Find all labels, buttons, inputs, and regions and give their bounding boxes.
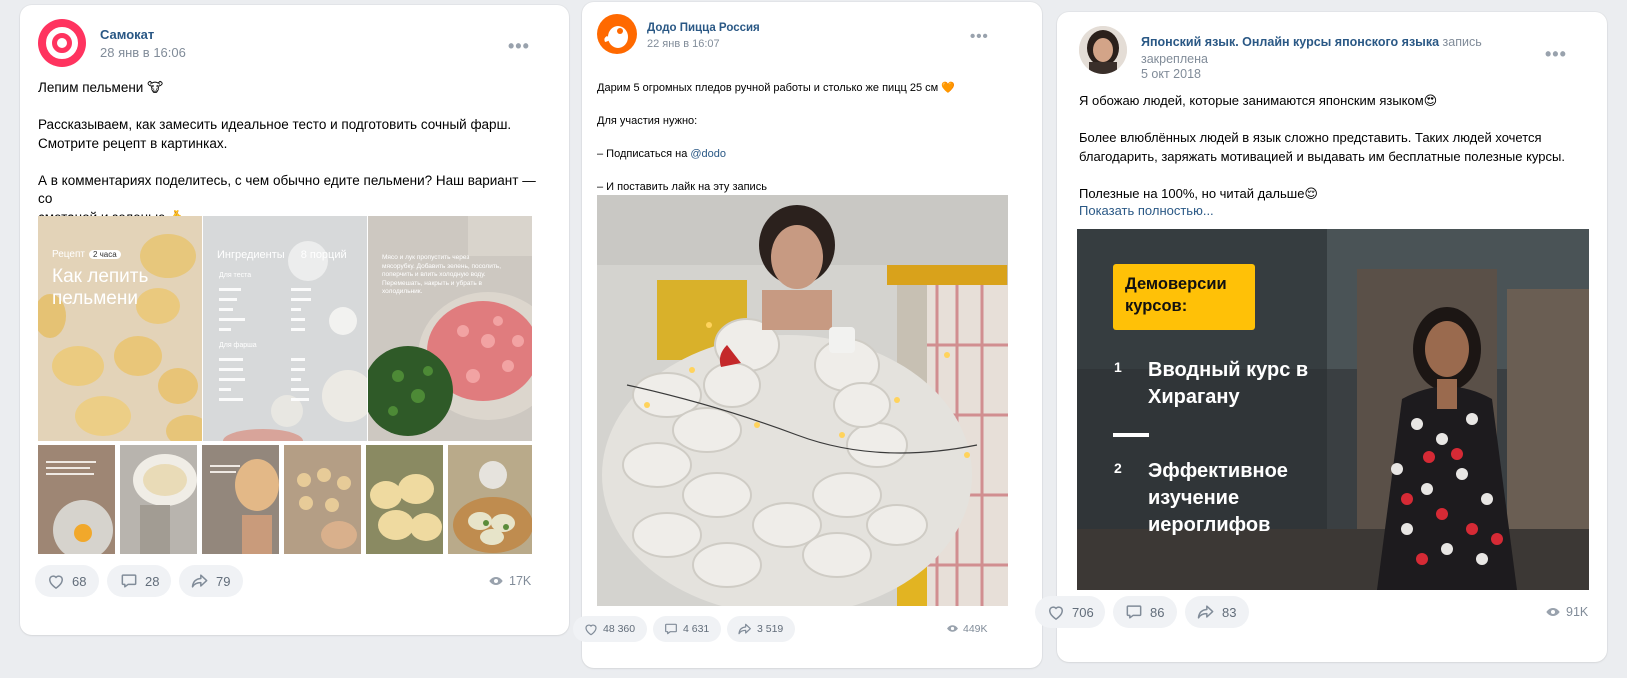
more-options-button[interactable]: ••• (970, 29, 989, 44)
share-icon (1197, 605, 1214, 619)
dough-mixing-image (120, 445, 197, 554)
like-count: 706 (1072, 604, 1094, 620)
heart-icon (585, 624, 597, 636)
post-photo-small-5[interactable] (366, 445, 443, 554)
post-photo-small-3[interactable] (202, 445, 279, 554)
course-item-1-number: 1 (1114, 359, 1122, 375)
post-photo-small-2[interactable] (120, 445, 197, 554)
avatar[interactable] (597, 14, 637, 54)
comment-button[interactable]: 4 631 (653, 616, 721, 642)
avatar[interactable] (38, 19, 86, 67)
shaping-image (284, 445, 361, 554)
mention-link[interactable]: @dodo (690, 148, 726, 160)
more-options-button[interactable]: ••• (1545, 45, 1567, 63)
post-text: Я обожаю людей, которые занимаются японс… (1079, 93, 1565, 201)
recipe-tag-label: Рецепт (52, 249, 85, 260)
eye-icon (1546, 608, 1560, 616)
comment-button[interactable]: 28 (107, 565, 171, 597)
comment-count: 86 (1150, 604, 1165, 620)
share-button[interactable]: 79 (179, 565, 243, 597)
post-text-part-1: Дарим 5 огромных пледов ручной работы и … (597, 82, 955, 128)
ingredients-filling-label: Для фарша (219, 342, 257, 349)
eye-icon (489, 577, 503, 585)
post-photo[interactable]: Демоверсии курсов: 1 Вводный курс в Хира… (1077, 229, 1589, 590)
share-count: 79 (216, 573, 231, 589)
post-card-samokat: Самокат 28 янв в 16:06 ••• Лепим пельмен… (20, 5, 569, 635)
flour-egg-image (38, 445, 115, 554)
heart-icon (48, 575, 64, 589)
view-counter: 449K (946, 622, 988, 635)
post-author[interactable]: Додо Пицца Россия (647, 22, 760, 34)
post-photo-small-6[interactable] (448, 445, 532, 554)
post-photo[interactable] (597, 195, 1008, 606)
steps-text: Мясо и лук пропустить через мясорубку. Д… (382, 254, 501, 295)
share-icon (191, 574, 208, 588)
comment-button[interactable]: 86 (1113, 596, 1177, 628)
like-count: 68 (72, 573, 87, 589)
view-count: 17K (509, 574, 532, 588)
view-count: 449K (963, 622, 988, 635)
post-photo-small-1[interactable] (38, 445, 115, 554)
like-button[interactable]: 48 360 (573, 616, 647, 642)
show-more-link[interactable]: Показать полностью... (1079, 203, 1214, 218)
boiled-dumplings-image (366, 445, 443, 554)
share-button[interactable]: 83 (1185, 596, 1249, 628)
share-button[interactable]: 3 519 (727, 616, 795, 642)
avatar[interactable] (1079, 26, 1127, 74)
minced-meat-image (368, 216, 532, 441)
course-item-2-number: 2 (1114, 460, 1122, 476)
like-button[interactable]: 68 (35, 565, 99, 597)
ingredients-title-label: Ингредиенты (217, 249, 285, 261)
post-text-part-2: – Подписаться на (597, 148, 691, 161)
post-card-dodo: Додо Пицца Россия 22 янв в 16:07 ••• Дар… (573, 2, 1042, 668)
comment-icon (1126, 605, 1142, 619)
post-date[interactable]: 22 янв в 16:07 (647, 38, 720, 50)
comment-count: 28 (145, 573, 160, 589)
post-photo-steps[interactable]: Мясо и лук пропустить через мясорубку. Д… (368, 216, 532, 441)
dodo-logo-icon (604, 26, 628, 48)
recipe-title: Как лепить пельмени (52, 266, 149, 309)
post-author[interactable]: Самокат (100, 27, 154, 42)
post-date[interactable]: 28 янв в 16:06 (100, 45, 186, 60)
recipe-tag: Рецепт 2 часа (52, 249, 121, 260)
post-date[interactable]: 5 окт 2018 (1141, 67, 1201, 81)
course-item-1: Вводный курс в Хирагану (1148, 359, 1309, 408)
share-count: 83 (1222, 604, 1237, 620)
author-photo-icon (1079, 26, 1127, 74)
share-icon (738, 623, 751, 635)
ingredients-portions: 8 порций (300, 249, 347, 261)
post-photo-small-4[interactable] (284, 445, 361, 554)
post-text: Лепим пельмени 🐮 Рассказываем, как замес… (38, 80, 536, 225)
samokat-logo-icon (46, 27, 78, 59)
view-counter: 17K (488, 573, 531, 589)
post-author[interactable]: Японский язык. Онлайн курсы японского яз… (1141, 35, 1439, 49)
comment-icon (665, 623, 677, 635)
eye-icon (947, 625, 958, 632)
heart-icon (1048, 606, 1064, 620)
comment-count: 4 631 (683, 623, 710, 635)
view-count: 91K (1566, 605, 1589, 619)
more-options-button[interactable]: ••• (508, 37, 530, 55)
comment-icon (121, 574, 137, 588)
course-divider (1113, 433, 1149, 437)
course-badge: Демоверсии курсов: (1113, 264, 1255, 330)
post-photo-ingredients[interactable]: Ингредиенты 8 порций Для теста Для фарша (203, 216, 367, 441)
recipe-time-badge: 2 часа (88, 250, 121, 259)
ingredients-title: Ингредиенты 8 порций (217, 249, 347, 261)
post-header-line: Японский язык. Онлайн курсы японского яз… (1141, 34, 1521, 68)
like-count: 48 360 (603, 623, 636, 635)
ingredients-dough-label: Для теста (219, 272, 252, 279)
post-photo-recipe[interactable]: Рецепт 2 часа Как лепить пельмени (38, 216, 202, 441)
view-counter: 91K (1545, 604, 1588, 620)
woman-in-blanket-image (597, 195, 1008, 606)
like-button[interactable]: 706 (1035, 596, 1105, 628)
share-count: 3 519 (757, 623, 784, 635)
course-item-2: Эффективное изучение иероглифов (1148, 460, 1288, 536)
post-card-japanese: Японский язык. Онлайн курсы японского яз… (1035, 12, 1607, 662)
served-dumplings-image (448, 445, 532, 554)
dough-ball-image (202, 445, 279, 554)
